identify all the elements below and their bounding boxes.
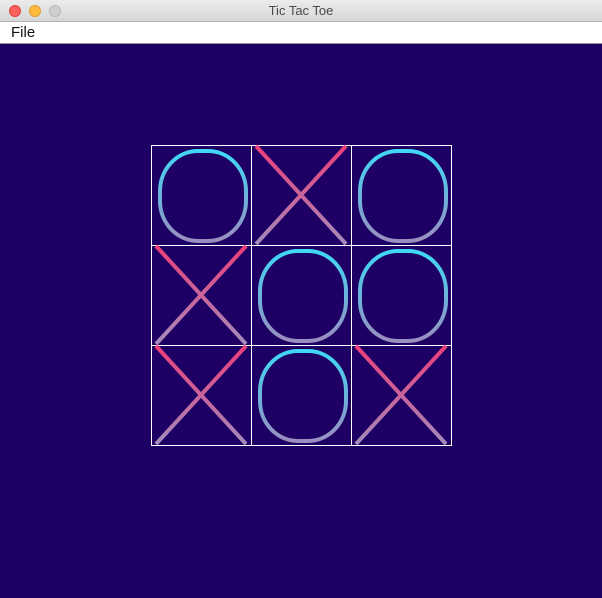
board-cell[interactable] <box>251 144 352 246</box>
board-cell[interactable] <box>251 245 352 346</box>
board-cell[interactable] <box>351 145 452 246</box>
board-cell[interactable] <box>351 344 452 446</box>
board-cell[interactable] <box>251 345 352 446</box>
game-window: Tic Tac Toe File <box>0 0 602 598</box>
board-cell[interactable] <box>351 245 452 346</box>
board-cell[interactable] <box>151 344 252 446</box>
board-cell[interactable] <box>151 145 252 246</box>
board-cell[interactable] <box>151 244 252 346</box>
game-board <box>151 144 452 446</box>
